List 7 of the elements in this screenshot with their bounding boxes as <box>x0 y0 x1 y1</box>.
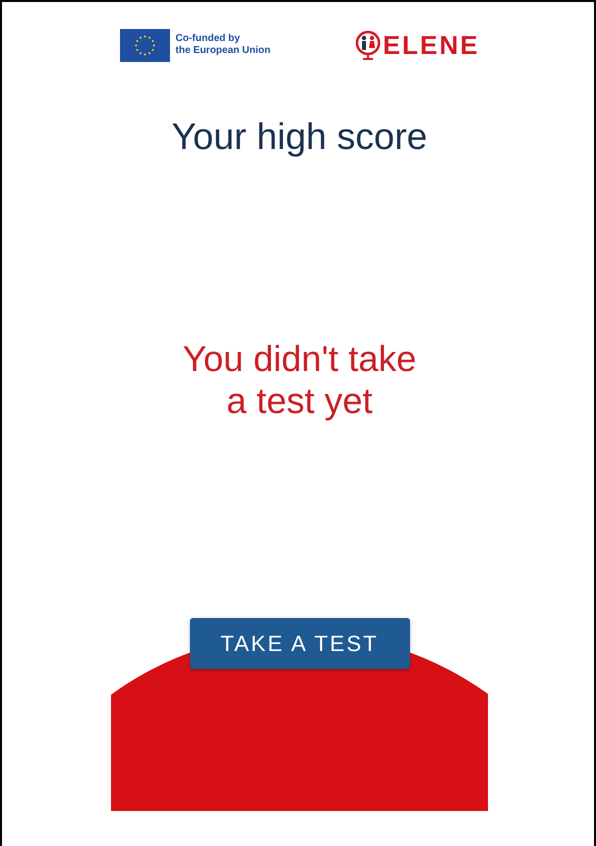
page-title: Your high score <box>172 116 428 158</box>
logo-wordmark: ELENE <box>382 30 480 60</box>
empty-score-message: You didn't take a test yet <box>182 338 416 422</box>
eu-flag-icon <box>120 28 170 62</box>
take-test-button[interactable]: TAKE A TEST <box>190 618 410 669</box>
globe-children-icon <box>354 30 381 60</box>
eu-funding-label: Co-funded by the European Union <box>176 33 270 57</box>
